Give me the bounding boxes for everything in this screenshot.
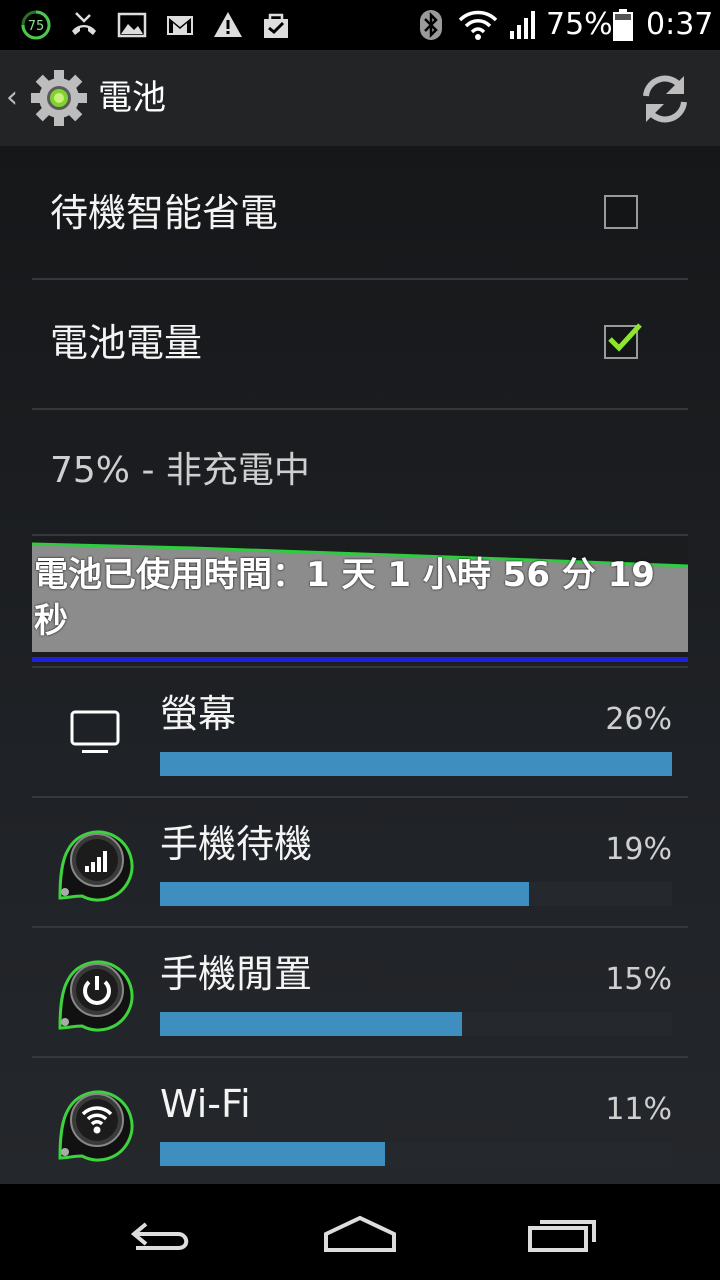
battery-level-checkbox[interactable] bbox=[604, 323, 642, 359]
usage-bar-track bbox=[160, 752, 672, 776]
usage-item-wifi[interactable]: Wi-Fi 11% bbox=[32, 1056, 688, 1186]
warning-icon bbox=[212, 9, 244, 41]
recent-apps-icon[interactable] bbox=[524, 1204, 604, 1260]
usage-bar-fill bbox=[160, 1012, 463, 1036]
battery-status-row: 75% - 非充電中 bbox=[32, 406, 688, 536]
battery-icon bbox=[612, 9, 634, 41]
phone-idle-power-icon bbox=[52, 950, 138, 1036]
battery-usage-time-text: 電池已使用時間：1 天 1 小時 56 分 19 秒 bbox=[34, 555, 655, 641]
pref-label: 待機智能省電 bbox=[50, 191, 279, 235]
page-title: 電池 bbox=[98, 78, 166, 118]
usage-bar-fill bbox=[160, 1142, 386, 1166]
usage-percent: 15% bbox=[605, 962, 672, 997]
usage-item-screen[interactable]: 螢幕 26% bbox=[32, 666, 688, 796]
smart-standby-checkbox[interactable] bbox=[604, 195, 638, 229]
usage-percent: 26% bbox=[605, 702, 672, 737]
pref-smart-standby[interactable]: 待機智能省電 bbox=[32, 148, 688, 280]
battery-75-circle-icon: 75 bbox=[20, 9, 52, 41]
usage-bar-track bbox=[160, 882, 672, 906]
navigation-bar bbox=[0, 1184, 720, 1280]
battery-percent-text: 75% bbox=[546, 7, 613, 42]
usage-bar-track bbox=[160, 1142, 672, 1166]
signal-icon bbox=[508, 9, 538, 41]
battery-settings-content: 待機智能省電 電池電量 75% - 非充電中 電池已使用時間：1 天 1 小時 … bbox=[0, 148, 720, 1184]
bluetooth-icon bbox=[418, 9, 444, 41]
usage-name: 螢幕 bbox=[160, 692, 237, 736]
usage-name: Wi-Fi bbox=[160, 1082, 251, 1126]
refresh-icon[interactable] bbox=[636, 70, 694, 128]
settings-gear-icon[interactable] bbox=[28, 67, 90, 129]
usage-name: 手機閒置 bbox=[160, 952, 313, 996]
home-icon[interactable] bbox=[320, 1204, 400, 1260]
back-caret-icon[interactable]: ‹ bbox=[6, 80, 18, 116]
usage-bar-fill bbox=[160, 882, 529, 906]
clock-text: 0:37 bbox=[646, 7, 714, 42]
usage-item-phone-idle[interactable]: 手機閒置 15% bbox=[32, 926, 688, 1056]
pref-battery-level[interactable]: 電池電量 bbox=[32, 278, 688, 410]
usage-percent: 11% bbox=[605, 1092, 672, 1127]
usage-percent: 19% bbox=[605, 832, 672, 867]
usage-bar-track bbox=[160, 1012, 672, 1036]
missed-call-icon bbox=[68, 9, 100, 41]
action-bar: ‹ 電池 bbox=[0, 50, 720, 148]
battery-history-graph[interactable]: 電池已使用時間：1 天 1 小時 56 分 19 秒 bbox=[32, 536, 688, 664]
battery-status-text: 75% - 非充電中 bbox=[50, 450, 310, 491]
back-icon[interactable] bbox=[120, 1204, 200, 1260]
screen-icon bbox=[52, 690, 138, 776]
pref-label: 電池電量 bbox=[50, 321, 203, 365]
cell-standby-icon bbox=[52, 820, 138, 906]
checkmark-icon bbox=[608, 323, 642, 352]
usage-item-cell-standby[interactable]: 手機待機 19% bbox=[32, 796, 688, 926]
image-icon bbox=[116, 9, 148, 41]
notification-badge-text: 75 bbox=[28, 19, 45, 34]
wifi-icon bbox=[458, 9, 498, 41]
usage-name: 手機待機 bbox=[160, 822, 313, 866]
status-bar: 75 75% 0:37 bbox=[0, 0, 720, 50]
screen-on-indicator bbox=[32, 657, 688, 662]
gmail-icon bbox=[164, 9, 196, 41]
shopping-bag-icon bbox=[260, 9, 292, 41]
usage-bar-fill bbox=[160, 752, 672, 776]
wifi-usage-icon bbox=[52, 1080, 138, 1166]
